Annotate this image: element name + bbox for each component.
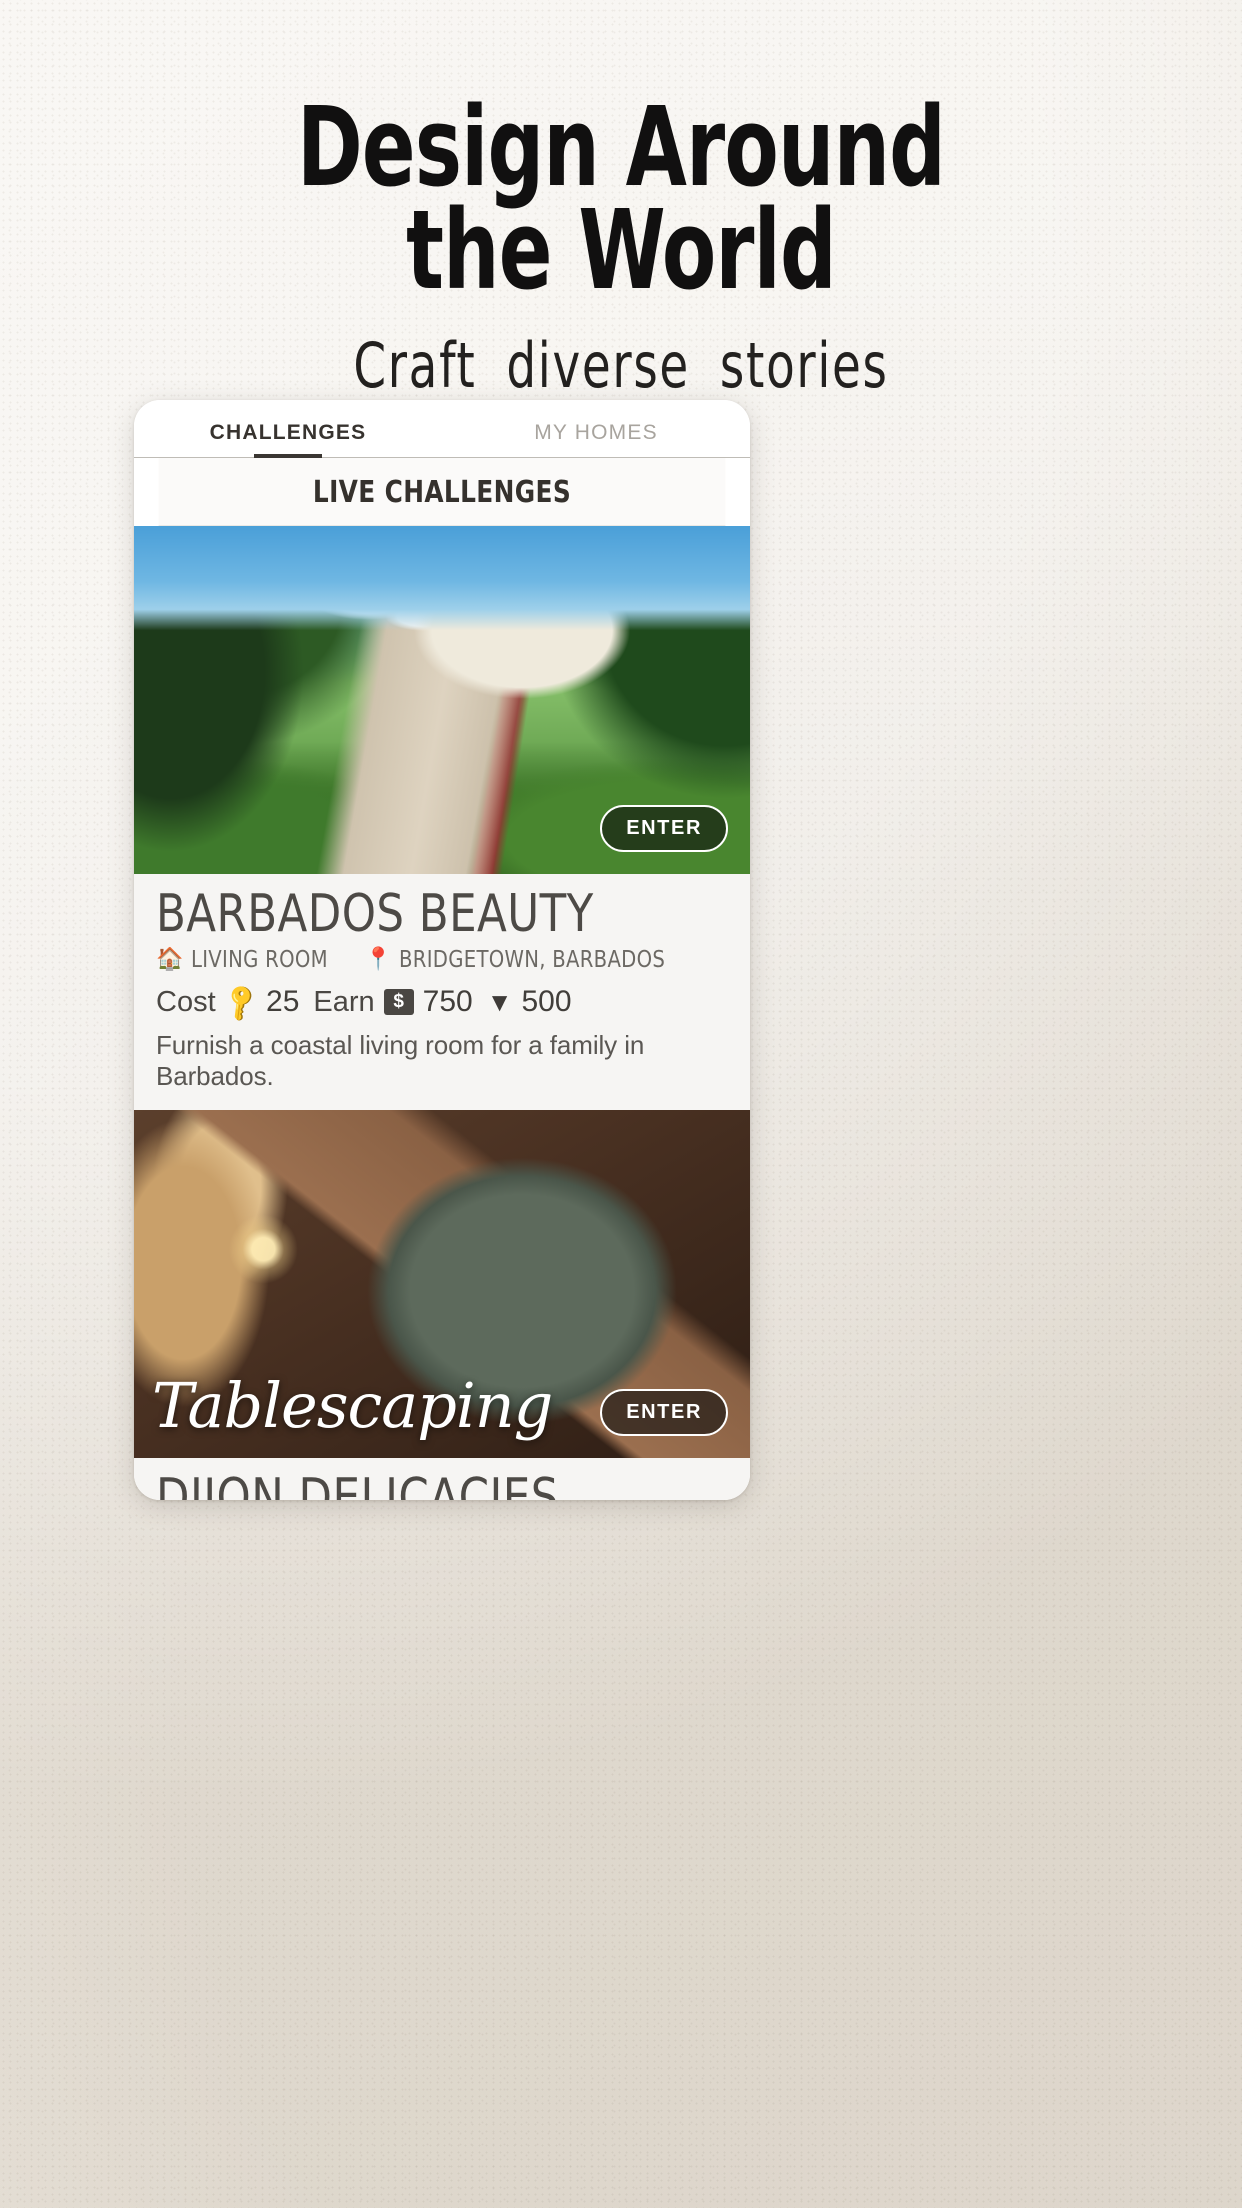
challenge-description-barbados: Furnish a coastal living room for a fami… <box>156 1030 645 1092</box>
enter-button-barbados[interactable]: ENTER <box>600 805 728 852</box>
gem-value: 500 <box>521 985 572 1019</box>
challenge-card-dijon[interactable]: Tablescaping ENTER DIJON DELICACIES 🏠 TA… <box>134 1110 750 1500</box>
page-subtitle: Craft diverse stories <box>353 328 889 402</box>
challenge-stats-barbados: Cost 🔑 25 Earn $ 750 ▼ 500 <box>156 980 728 1024</box>
challenge-title-dijon: DIJON DELICACIES <box>156 1468 559 1500</box>
challenge-image-barbados: ENTER <box>134 526 750 874</box>
home-icon: 🏠 <box>156 947 184 973</box>
challenge-card-barbados[interactable]: ENTER BARBADOS BEAUTY 🏠 LIVING ROOM 📍 BR… <box>134 526 750 1111</box>
tab-challenges[interactable]: CHALLENGES <box>134 421 442 457</box>
tab-bar: CHALLENGES MY HOMES <box>134 400 750 458</box>
diamond-icon: ▼ <box>486 987 513 1018</box>
location-pin-icon: 📍 <box>364 947 393 973</box>
key-icon: 🔑 <box>218 979 263 1024</box>
earn-value: 750 <box>422 985 473 1019</box>
challenge-image-dijon: Tablescaping ENTER <box>134 1110 750 1459</box>
cost-value: 25 <box>266 985 300 1019</box>
location-meta: 📍 BRIDGETOWN, BARBADOS <box>365 947 680 973</box>
challenge-body-barbados: BARBADOS BEAUTY 🏠 LIVING ROOM 📍 BRIDGETO… <box>134 874 750 1111</box>
coin-icon: $ <box>383 989 414 1016</box>
challenge-body-dijon: DIJON DELICACIES 🏠 TABLESCAPING 📍 DIJON,… <box>134 1458 750 1500</box>
phone-mockup: CHALLENGES MY HOMES LIVE CHALLENGES ENTE… <box>134 400 750 1500</box>
tablescaping-logo: Tablescaping <box>152 1369 553 1443</box>
tab-my-homes[interactable]: MY HOMES <box>442 421 750 457</box>
enter-button-dijon[interactable]: ENTER <box>600 1389 728 1437</box>
gem-stat: ▼ 500 <box>487 985 572 1019</box>
section-header-live-challenges: LIVE CHALLENGES <box>158 458 726 526</box>
earn-stat: Earn $ 750 <box>313 985 472 1019</box>
room-meta: 🏠 LIVING ROOM <box>156 947 335 973</box>
challenge-meta-barbados: 🏠 LIVING ROOM 📍 BRIDGETOWN, BARBADOS <box>156 947 728 973</box>
challenge-title-barbados: BARBADOS BEAUTY <box>156 884 594 944</box>
hero-section: Design Around the World Craft diverse st… <box>0 0 1242 402</box>
cost-label: Cost <box>156 985 216 1018</box>
earn-label: Earn <box>313 985 375 1018</box>
page-title: Design Around the World <box>296 83 946 315</box>
room-label: LIVING ROOM <box>190 947 328 974</box>
location-label: BRIDGETOWN, BARBADOS <box>399 947 666 974</box>
cost-stat: Cost 🔑 25 <box>156 980 300 1024</box>
